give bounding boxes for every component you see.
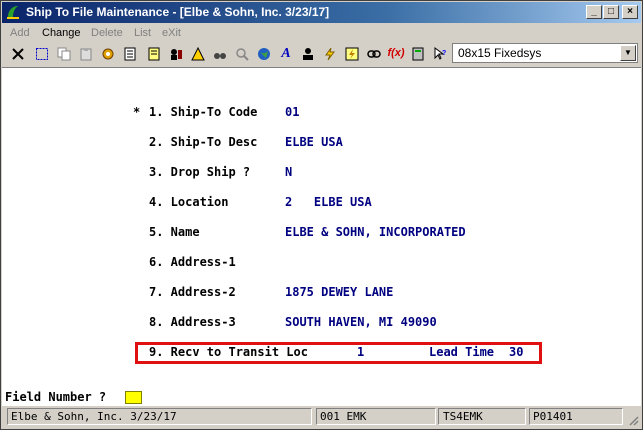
font-select-value: 08x15 Fixedsys: [458, 46, 542, 60]
font-icon[interactable]: A: [277, 44, 295, 63]
menu-delete[interactable]: Delete: [91, 27, 123, 39]
field-label-ship-to-code: 1. Ship-To Code: [149, 105, 258, 119]
field-label-location: 4. Location: [149, 195, 229, 209]
lightning-box-icon[interactable]: [343, 44, 361, 63]
menu-list[interactable]: List: [134, 27, 151, 39]
resize-grip-icon[interactable]: [627, 414, 639, 426]
paste-icon[interactable]: [77, 44, 95, 63]
binoculars-icon[interactable]: [211, 44, 229, 63]
field-value-name[interactable]: ELBE & SOHN, INCORPORATED: [285, 225, 466, 239]
field-label-ship-to-desc: 2. Ship-To Desc: [149, 135, 258, 149]
field-value-address-3[interactable]: SOUTH HAVEN, MI 49090: [285, 315, 437, 329]
status-terminal: TS4EMK: [438, 408, 526, 425]
menu-exit[interactable]: eXit: [162, 27, 181, 39]
close-x-icon[interactable]: [9, 44, 27, 63]
status-user: 001 EMK: [316, 408, 436, 425]
svg-text:?: ?: [442, 50, 446, 57]
copy-icon[interactable]: [55, 44, 73, 63]
menu-change[interactable]: Change: [42, 27, 81, 39]
close-button[interactable]: ×: [622, 5, 638, 19]
field-value-address-2[interactable]: 1875 DEWEY LANE: [285, 285, 393, 299]
field-label-address-1: 6. Address-1: [149, 255, 236, 269]
field-value-ship-to-code[interactable]: 01: [285, 105, 299, 119]
contacts-icon[interactable]: [167, 44, 185, 63]
field-label-name: 5. Name: [149, 225, 200, 239]
field-label-address-3: 8. Address-3: [149, 315, 236, 329]
maximize-button[interactable]: □: [603, 5, 619, 19]
minimize-button[interactable]: _: [586, 5, 602, 19]
font-select[interactable]: 08x15 Fixedsys ▼: [452, 43, 638, 63]
field-value-location[interactable]: 2 ELBE USA: [285, 195, 372, 209]
link-icon[interactable]: [365, 44, 383, 63]
chevron-down-icon[interactable]: ▼: [620, 45, 636, 61]
field-label-drop-ship: 3. Drop Ship ?: [149, 165, 251, 179]
field-label-address-2: 7. Address-2: [149, 285, 236, 299]
alert-icon[interactable]: [189, 44, 207, 63]
gear-icon[interactable]: [99, 44, 117, 63]
status-program: P01401: [529, 408, 623, 425]
lightning-icon[interactable]: [321, 44, 339, 63]
help-pointer-icon[interactable]: ?: [431, 44, 449, 63]
menu-bar: Add Change Delete List eXit: [2, 25, 641, 42]
select-icon[interactable]: [33, 44, 51, 63]
menu-add[interactable]: Add: [10, 27, 30, 39]
app-icon: [7, 6, 19, 19]
title-bar: Ship To File Maintenance - [Elbe & Sohn,…: [2, 2, 641, 23]
globe-icon[interactable]: [255, 44, 273, 63]
magnifier-icon[interactable]: [233, 44, 251, 63]
app-window: Ship To File Maintenance - [Elbe & Sohn,…: [0, 0, 643, 430]
notepad-yellow-icon[interactable]: [145, 44, 163, 63]
status-bar: Elbe & Sohn, Inc. 3/23/17 001 EMK TS4EMK…: [2, 406, 641, 428]
user-icon[interactable]: [299, 44, 317, 63]
notepad-icon[interactable]: [121, 44, 139, 63]
window-title: Ship To File Maintenance - [Elbe & Sohn,…: [26, 5, 330, 19]
function-icon[interactable]: f(x): [387, 44, 405, 63]
highlight-annotation: [135, 342, 542, 364]
current-field-marker: *: [133, 105, 141, 119]
calculator-icon[interactable]: [409, 44, 427, 63]
field-number-input[interactable]: [125, 391, 142, 404]
field-value-ship-to-desc[interactable]: ELBE USA: [285, 135, 343, 149]
field-value-drop-ship[interactable]: N: [285, 165, 292, 179]
status-company: Elbe & Sohn, Inc. 3/23/17: [7, 408, 312, 425]
field-number-prompt: Field Number ?: [5, 390, 107, 404]
